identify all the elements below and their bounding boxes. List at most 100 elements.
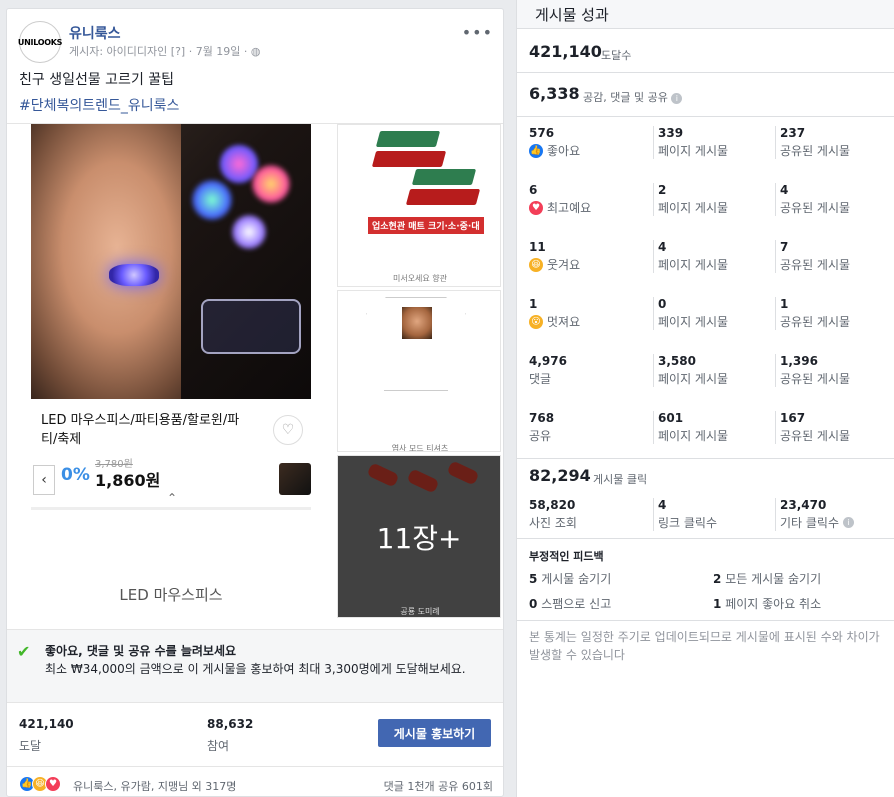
like-shared-count: 237 — [780, 126, 806, 140]
product-title: LED 마우스피스/파티용품/할로윈/파티/축제 — [41, 413, 240, 447]
post-header: UNILOOKS 유니룩스 게시자: 아이디디자인 [?] · 7월 19일 ·… — [18, 19, 493, 69]
comments-shared-label: 공유된 게시물 — [780, 372, 851, 386]
shares-total: 768 — [529, 411, 555, 425]
side-photo-tshirt[interactable]: 엽사 모드 티셔츠 — [337, 290, 501, 452]
promo-title: 좋아요, 댓글 및 공유 수를 늘려보세요 — [45, 644, 237, 658]
reaction-icons[interactable]: 👍 😆 ♥ — [19, 776, 61, 792]
discount-label: 0% — [61, 465, 90, 485]
side-photo-mat[interactable]: 업소현관 매트 크기·소·중·대 미서오세요 향관 — [337, 124, 501, 287]
love-shared-count: 4 — [780, 183, 789, 197]
info-icon[interactable]: i — [671, 92, 683, 104]
wow-label: 멋져요 — [547, 315, 581, 329]
shares-page-count: 601 — [658, 411, 684, 425]
wow-row: 1 😮 멋져요 0 페이지 게시물 1 공유된 게시물 — [517, 289, 894, 346]
comments-page-count: 3,580 — [658, 354, 696, 368]
mouthpiece-photo — [31, 124, 311, 399]
unlike-page-label: 페이지 좋아요 취소 — [725, 597, 822, 611]
new-price: 1,860원 — [95, 471, 161, 490]
photo-views-label: 사진 조회 — [529, 516, 577, 530]
product-info: LED 마우스피스/파티용품/할로윈/파티/축제 ♡ ‹ 3,780원 0% 1… — [31, 399, 311, 509]
photo-views-count: 58,820 — [529, 498, 576, 512]
product-thumbnail[interactable] — [279, 463, 311, 495]
page-avatar[interactable]: UNILOOKS — [18, 21, 62, 63]
perf-engagement-count: 6,338 — [529, 84, 580, 103]
like-icon: 👍 — [529, 143, 543, 158]
like-page-label: 페이지 게시물 — [658, 144, 729, 158]
stats-note: 본 통계는 일정한 주기로 업데이트되므로 게시물에 표시된 수와 차이가 발생… — [529, 630, 880, 662]
info-icon[interactable]: i — [842, 517, 854, 528]
post-text: 친구 생일선물 고르기 꿀팁 — [19, 72, 175, 88]
hide-all-item: 2 모든 게시물 숨기기 — [713, 570, 821, 587]
mat-shape-4 — [405, 189, 481, 205]
shares-shared-label: 공유된 게시물 — [780, 429, 851, 443]
love-shared-label: 공유된 게시물 — [780, 201, 851, 215]
negative-feedback-title: 부정적인 피드백 — [529, 550, 604, 563]
other-clicks-count: 23,470 — [780, 498, 827, 512]
divider — [517, 116, 894, 117]
promo-banner: ✔ 좋아요, 댓글 및 공유 수를 늘려보세요 최소 ₩34,000의 금액으로… — [7, 629, 503, 703]
haha-page-count: 4 — [658, 240, 667, 254]
side2-caption: 엽사 모드 티셔츠 — [391, 444, 449, 452]
page-name-link[interactable]: 유니룩스 — [69, 23, 121, 43]
haha-shared-count: 7 — [780, 240, 789, 254]
more-photos-overlay[interactable]: 11장+ — [338, 456, 500, 617]
post-meta: 게시자: 아이디디자인 [?] · 7월 19일 · ◍ — [69, 43, 261, 59]
photo-mouth-glow — [109, 264, 159, 286]
love-page-count: 2 — [658, 183, 667, 197]
love-page-label: 페이지 게시물 — [658, 201, 729, 215]
hide-all-count: 2 — [713, 572, 722, 586]
love-label: 최고예요 — [547, 201, 592, 215]
perf-engagement-label: 공감, 댓글 및 공유 i — [583, 89, 683, 105]
chevron-up-icon[interactable]: ⌃ — [167, 491, 177, 505]
wow-shared-label: 공유된 게시물 — [780, 315, 851, 329]
more-options-button[interactable]: ••• — [462, 23, 493, 42]
haha-total: 11 — [529, 240, 546, 254]
comments-label: 댓글 — [529, 372, 552, 386]
reach-count: 421,140 — [19, 717, 74, 731]
unlike-page-count: 1 — [713, 597, 722, 611]
photo-glow-4 — [231, 214, 267, 250]
report-spam-label: 스팸으로 신고 — [541, 597, 612, 611]
haha-label: 웃겨요 — [547, 258, 581, 272]
product-divider — [31, 507, 311, 510]
perf-title: 게시물 성과 — [535, 6, 609, 24]
clicks-label: 게시물 클릭 — [593, 473, 648, 486]
shares-row: 768 공유 601 페이지 게시물 167 공유된 게시물 — [517, 403, 894, 460]
chevron-left-icon[interactable]: ‹ — [33, 465, 55, 495]
side3-caption: 공룡 도미례 — [400, 607, 440, 616]
haha-icon: 😆 — [529, 257, 543, 272]
photo-face — [31, 124, 181, 399]
comments-row: 4,976 댓글 3,580 페이지 게시물 1,396 공유된 게시물 — [517, 346, 894, 403]
like-page-count: 339 — [658, 126, 684, 140]
main-photo-caption: LED 마우스피스 — [119, 586, 223, 604]
like-shared-label: 공유된 게시물 — [780, 144, 851, 158]
side-photo-more[interactable]: 11장+ 공룡 도미례 — [337, 455, 501, 618]
clicks-count: 82,294 — [529, 466, 591, 485]
comment-share-counts[interactable]: 댓글 1천개 공유 601회 — [384, 778, 493, 794]
perf-reach-label: 도달수 — [601, 49, 632, 62]
side1-caption: 미서오세요 향관 — [392, 274, 448, 283]
promo-description: 최소 ₩34,000의 금액으로 이 게시물을 홍보하여 최대 3,300명에게… — [45, 662, 466, 676]
perf-engagement-label-text: 공감, 댓글 및 공유 — [583, 91, 668, 104]
hide-all-label: 모든 게시물 숨기기 — [725, 572, 822, 586]
haha-page-label: 페이지 게시물 — [658, 258, 729, 272]
mat-shape-1 — [375, 131, 441, 147]
post-performance-panel: 게시물 성과 421,140 도달수 6,338 공감, 댓글 및 공유 i 5… — [516, 0, 894, 797]
mat-shape-2 — [371, 151, 447, 167]
wow-icon: 😮 — [529, 314, 543, 329]
photo-gallery: LED 마우스피스/파티용품/할로윈/파티/축제 ♡ ‹ 3,780원 0% 1… — [7, 123, 503, 618]
divider — [517, 72, 894, 73]
engagement-count: 88,632 — [207, 717, 254, 731]
hashtag-link[interactable]: #단체복의트렌드_유니룩스 — [19, 95, 179, 115]
wow-total: 1 — [529, 297, 538, 311]
heart-icon[interactable]: ♡ — [273, 415, 303, 445]
reaction-names[interactable]: 유니룩스, 유가람, 지맹님 외 317명 — [73, 778, 236, 794]
reactions-bar: 👍 😆 ♥ 유니룩스, 유가람, 지맹님 외 317명 댓글 1천개 공유 60… — [7, 766, 503, 796]
love-icon: ♥ — [45, 776, 61, 792]
comments-page-label: 페이지 게시물 — [658, 372, 729, 386]
shares-page-label: 페이지 게시물 — [658, 429, 729, 443]
boost-post-button[interactable]: 게시물 홍보하기 — [378, 719, 491, 747]
main-photo[interactable]: LED 마우스피스/파티용품/할로윈/파티/축제 ♡ ‹ 3,780원 0% 1… — [7, 124, 335, 618]
unlike-page-item: 1 페이지 좋아요 취소 — [713, 595, 821, 612]
other-clicks-label: 기타 클릭수 — [780, 516, 840, 530]
